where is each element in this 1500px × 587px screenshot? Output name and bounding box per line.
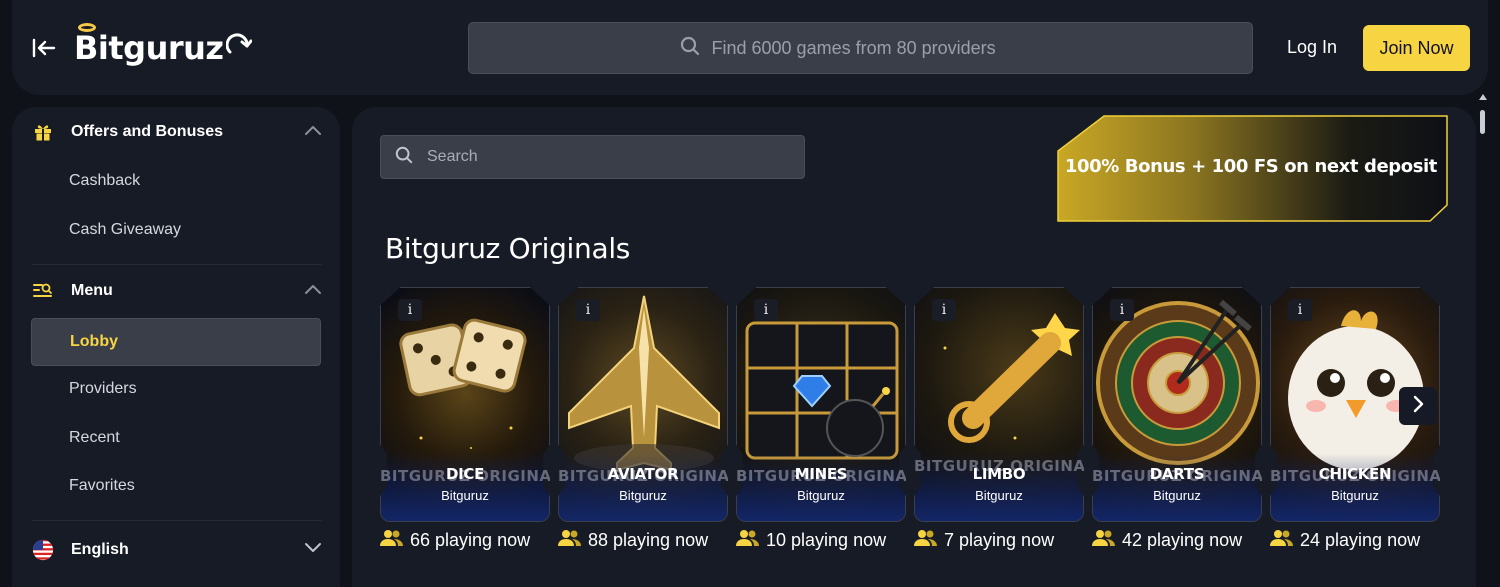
game-card-aviator[interactable]: i BITGURUZ ORIGINALS AVIATOR Bitguruz [558,287,728,522]
game-provider: Bitguruz [797,488,845,503]
chevron-up-icon[interactable] [304,123,322,141]
players-icon [1270,529,1294,552]
originals-carousel: i BITGURUZ ORIGINALS DICE Bitguruz i BIT… [380,287,1444,550]
info-icon[interactable]: i [1110,299,1134,321]
players-icon [380,529,404,552]
logo-text: Bitguruz [74,29,224,67]
language-label: English [71,541,129,558]
bitguruz-logo[interactable]: Bitguruz [74,18,253,78]
top-bar: Bitguruz Log In Join Now [12,0,1488,95]
playing-count: 10 playing now [736,529,886,552]
sidebar-offers-label: Offers and Bonuses [71,123,224,140]
sidebar-item-lobby[interactable]: Lobby [31,318,321,366]
limbo-art-icon [914,287,1084,522]
playing-count: 7 playing now [914,529,1054,552]
section-title: Bitguruz Originals [385,232,631,265]
us-flag-icon [32,539,54,561]
playing-count-text: 42 playing now [1122,530,1243,550]
game-card-darts[interactable]: i BITGURUZ ORIGINALS DARTS Bitguruz [1092,287,1262,522]
game-provider: Bitguruz [1331,488,1379,503]
sidebar-item-recent[interactable]: Recent [31,414,321,462]
game-card-limbo[interactable]: i BITGURUZ ORIGINALS LIMBO Bitguruz [914,287,1084,522]
menu-search-icon [32,280,54,302]
game-card-mines[interactable]: i BITGURUZ ORIGINALS MINES Bitguruz [736,287,906,522]
players-icon [1092,529,1116,552]
chevron-up-icon[interactable] [304,282,322,300]
playing-count-text: 88 playing now [588,530,709,550]
logo-halo-icon [78,23,96,32]
language-selector[interactable]: English [32,535,322,565]
games-search-bar[interactable] [380,135,805,179]
info-icon[interactable]: i [398,299,422,321]
game-provider: Bitguruz [619,488,667,503]
playing-count: 24 playing now [1270,529,1420,552]
game-name: MINES [794,465,848,483]
playing-count: 88 playing now [558,529,708,552]
darts-art-icon [1092,287,1262,522]
promo-text: 100% Bonus + 100 FS on next deposit [1064,156,1437,177]
players-icon [736,529,760,552]
sidebar-menu-label: Menu [71,282,113,299]
sidebar: Offers and Bonuses Cashback Cash Giveawa… [12,107,340,587]
main-content: 100% Bonus + 100 FS on next deposit Bitg… [352,107,1476,587]
top-search-input[interactable] [711,37,1042,59]
sidebar-offers-header[interactable]: Offers and Bonuses [32,117,322,147]
game-name: DARTS [1149,465,1205,483]
login-button[interactable]: Log In [1274,24,1350,70]
chevron-right-icon [1412,395,1424,418]
info-icon[interactable]: i [932,299,956,321]
join-now-button[interactable]: Join Now [1363,25,1470,71]
jet-art-icon [558,287,728,522]
search-icon [395,146,413,169]
chevron-down-icon[interactable] [304,541,322,559]
sidebar-item-cash-giveaway[interactable]: Cash Giveaway [31,206,321,254]
mines-art-icon [736,287,906,522]
dice-art-icon [380,287,550,522]
search-icon [680,36,700,61]
playing-count-text: 7 playing now [944,530,1055,550]
sidebar-item-cashback[interactable]: Cashback [31,157,321,205]
game-card-dice[interactable]: i BITGURUZ ORIGINALS DICE Bitguruz [380,287,550,522]
playing-count-text: 66 playing now [410,530,531,550]
players-icon [558,529,582,552]
carousel-next-button[interactable] [1399,387,1437,425]
collapse-sidebar-icon[interactable] [30,34,58,62]
info-icon[interactable]: i [576,299,600,321]
sidebar-divider [32,264,322,265]
top-search-bar[interactable] [468,22,1253,74]
game-provider: Bitguruz [975,488,1023,503]
page-scrollbar[interactable] [1480,110,1485,134]
game-provider: Bitguruz [441,488,489,503]
sidebar-item-providers[interactable]: Providers [31,365,321,413]
playing-count-text: 10 playing now [766,530,887,550]
playing-count-text: 24 playing now [1300,530,1421,550]
players-icon [914,529,938,552]
info-icon[interactable]: i [1288,299,1312,321]
game-name: AVIATOR [607,465,679,483]
promo-banner[interactable]: 100% Bonus + 100 FS on next deposit [1057,115,1449,223]
games-search-input[interactable] [427,148,777,166]
playing-count: 66 playing now [380,529,530,552]
gift-icon [32,121,54,143]
sidebar-divider [32,520,322,521]
info-icon[interactable]: i [754,299,778,321]
sidebar-menu-header[interactable]: Menu [32,276,322,306]
game-name: LIMBO [972,465,1026,483]
playing-count: 42 playing now [1092,529,1242,552]
sidebar-item-favorites[interactable]: Favorites [31,462,321,510]
game-name: CHICKEN [1318,465,1392,483]
logo-arrow-icon [225,32,253,65]
scroll-up-icon[interactable] [1479,87,1487,100]
game-name: DICE [445,465,485,483]
game-provider: Bitguruz [1153,488,1201,503]
